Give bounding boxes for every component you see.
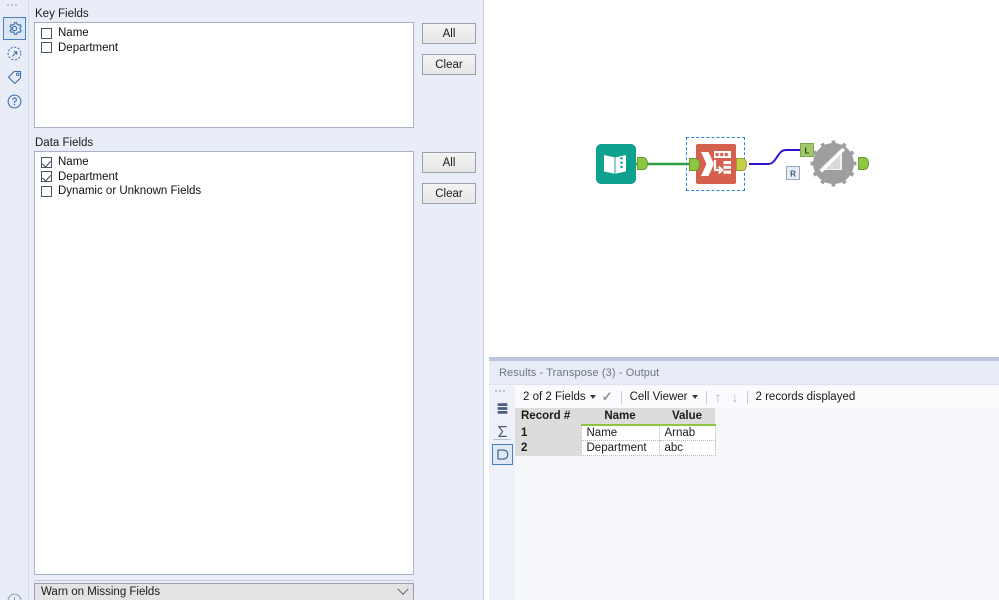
gear-wedge-icon — [810, 140, 857, 187]
data-field-checkbox[interactable] — [41, 171, 52, 183]
table-row[interactable]: 2 Department abc — [515, 440, 716, 456]
annotation-arrow-icon — [7, 46, 22, 61]
apply-checkmark-icon[interactable]: ✓ — [602, 389, 613, 405]
connection-blue — [749, 149, 805, 165]
chevron-down-icon[interactable] — [589, 395, 596, 399]
key-fields-label: Key Fields — [35, 8, 89, 20]
fields-selector-label: 2 of 2 Fields — [523, 391, 586, 403]
clock-circle-icon — [7, 593, 22, 600]
toolbar-divider — [705, 390, 707, 404]
column-header-name[interactable]: Name — [581, 408, 659, 426]
data-fields-label: Data Fields — [35, 137, 94, 149]
results-panel: Results - Transpose (3) - Output 2 of 2 … — [489, 357, 999, 600]
key-field-label: Name — [58, 27, 89, 40]
column-header-record[interactable]: Record # — [515, 408, 581, 426]
svg-text:L: L — [805, 147, 810, 156]
panel-grip-dots[interactable] — [7, 4, 23, 9]
results-grip-dots[interactable] — [495, 390, 505, 392]
data-field-item[interactable]: Name — [35, 155, 413, 170]
results-table: Record # Name Value 1 Name Arnab 2 Depar… — [515, 408, 716, 456]
data-fields-all-button[interactable]: All — [422, 152, 476, 173]
tag-icon-button[interactable] — [3, 66, 26, 89]
transpose-output-anchor[interactable] — [736, 158, 748, 174]
data-fields-clear-button[interactable]: Clear — [422, 183, 476, 204]
toolbar-divider — [746, 390, 748, 404]
transpose-input-anchor[interactable] — [689, 158, 701, 174]
data-field-item[interactable]: Department — [35, 170, 413, 185]
transpose-icon — [696, 144, 736, 184]
results-sidebar — [489, 386, 515, 600]
scroll-up-arrow-icon[interactable]: ↑ — [715, 389, 722, 405]
tag-icon — [7, 70, 22, 85]
config-panel-body: Key Fields Name Department All Clear Dat… — [30, 0, 484, 600]
fields-selector[interactable]: 2 of 2 Fields — [523, 391, 596, 403]
cell-record: 1 — [515, 425, 581, 441]
key-field-item[interactable]: Name — [35, 26, 413, 41]
cell-name[interactable]: Department — [580, 440, 660, 456]
profile-shape-icon — [497, 449, 509, 460]
profile-shape-icon-button[interactable] — [492, 444, 513, 465]
svg-text:R: R — [790, 170, 796, 179]
help-question-icon-button[interactable] — [3, 90, 26, 113]
key-fields-list[interactable]: Name Department — [34, 22, 414, 128]
cell-value[interactable]: abc — [658, 440, 716, 456]
tool-configuration-panel: Key Fields Name Department All Clear Dat… — [0, 0, 484, 600]
chevron-down-icon[interactable] — [393, 584, 413, 600]
chevron-down-icon[interactable] — [691, 395, 698, 399]
table-header-row: Record # Name Value — [515, 408, 715, 426]
results-toolbar: 2 of 2 Fields ✓ Cell Viewer ↑ ↓ 2 record… — [515, 386, 999, 408]
help-question-icon — [7, 94, 22, 109]
data-field-checkbox[interactable] — [41, 156, 52, 168]
data-field-label: Dynamic or Unknown Fields — [58, 185, 202, 198]
config-divider — [34, 580, 414, 581]
missing-fields-dropdown-value: Warn on Missing Fields — [41, 586, 161, 598]
book-icon — [596, 144, 636, 184]
data-fields-list[interactable]: Name Department Dynamic or Unknown Field… — [34, 151, 414, 575]
configuration-gear-icon — [9, 22, 22, 35]
key-fields-clear-button[interactable]: Clear — [422, 54, 476, 75]
settings-circle-icon-button[interactable] — [3, 589, 26, 600]
results-data-grid[interactable]: Record # Name Value 1 Name Arnab 2 Depar… — [515, 408, 999, 600]
scroll-down-arrow-icon[interactable]: ↓ — [732, 389, 739, 405]
results-panel-title: Results - Transpose (3) - Output — [489, 361, 999, 385]
key-fields-all-button[interactable]: All — [422, 23, 476, 44]
cell-value[interactable]: Arnab — [658, 424, 716, 441]
alteryx-designer-window: Key Fields Name Department All Clear Dat… — [0, 0, 999, 600]
annotation-arrow-icon-button[interactable] — [3, 42, 26, 65]
key-field-item[interactable]: Department — [35, 41, 413, 56]
workflow-canvas[interactable]: L R — [489, 0, 999, 357]
join-right-input-anchor[interactable]: R — [786, 166, 800, 183]
key-field-checkbox[interactable] — [41, 42, 52, 54]
input-data-output-anchor[interactable] — [637, 157, 649, 173]
table-row[interactable]: 1 Name Arnab — [515, 424, 716, 441]
data-field-label: Department — [58, 170, 119, 183]
data-records-icon-button[interactable] — [492, 398, 513, 419]
key-field-label: Department — [58, 41, 119, 54]
input-data-tool[interactable] — [595, 143, 649, 188]
records-displayed-label: 2 records displayed — [755, 391, 856, 403]
join-output-anchor[interactable] — [858, 157, 870, 173]
configuration-gear-icon-button[interactable] — [3, 17, 26, 40]
view-selector-label: Cell Viewer — [629, 391, 688, 403]
summary-sigma-icon — [498, 426, 507, 437]
column-header-value[interactable]: Value — [659, 408, 715, 426]
toolbar-divider — [620, 390, 622, 404]
config-icon-rail — [0, 0, 29, 600]
data-field-item[interactable]: Dynamic or Unknown Fields — [35, 184, 413, 199]
data-records-icon — [497, 403, 508, 414]
results-sidebar-divider — [493, 439, 511, 440]
data-field-checkbox[interactable] — [41, 185, 52, 197]
data-field-label: Name — [58, 156, 89, 169]
view-selector[interactable]: Cell Viewer — [630, 391, 698, 403]
cell-record: 2 — [515, 440, 581, 456]
missing-fields-dropdown[interactable]: Warn on Missing Fields — [34, 583, 414, 600]
key-field-checkbox[interactable] — [41, 27, 52, 39]
cell-name[interactable]: Name — [580, 424, 660, 441]
